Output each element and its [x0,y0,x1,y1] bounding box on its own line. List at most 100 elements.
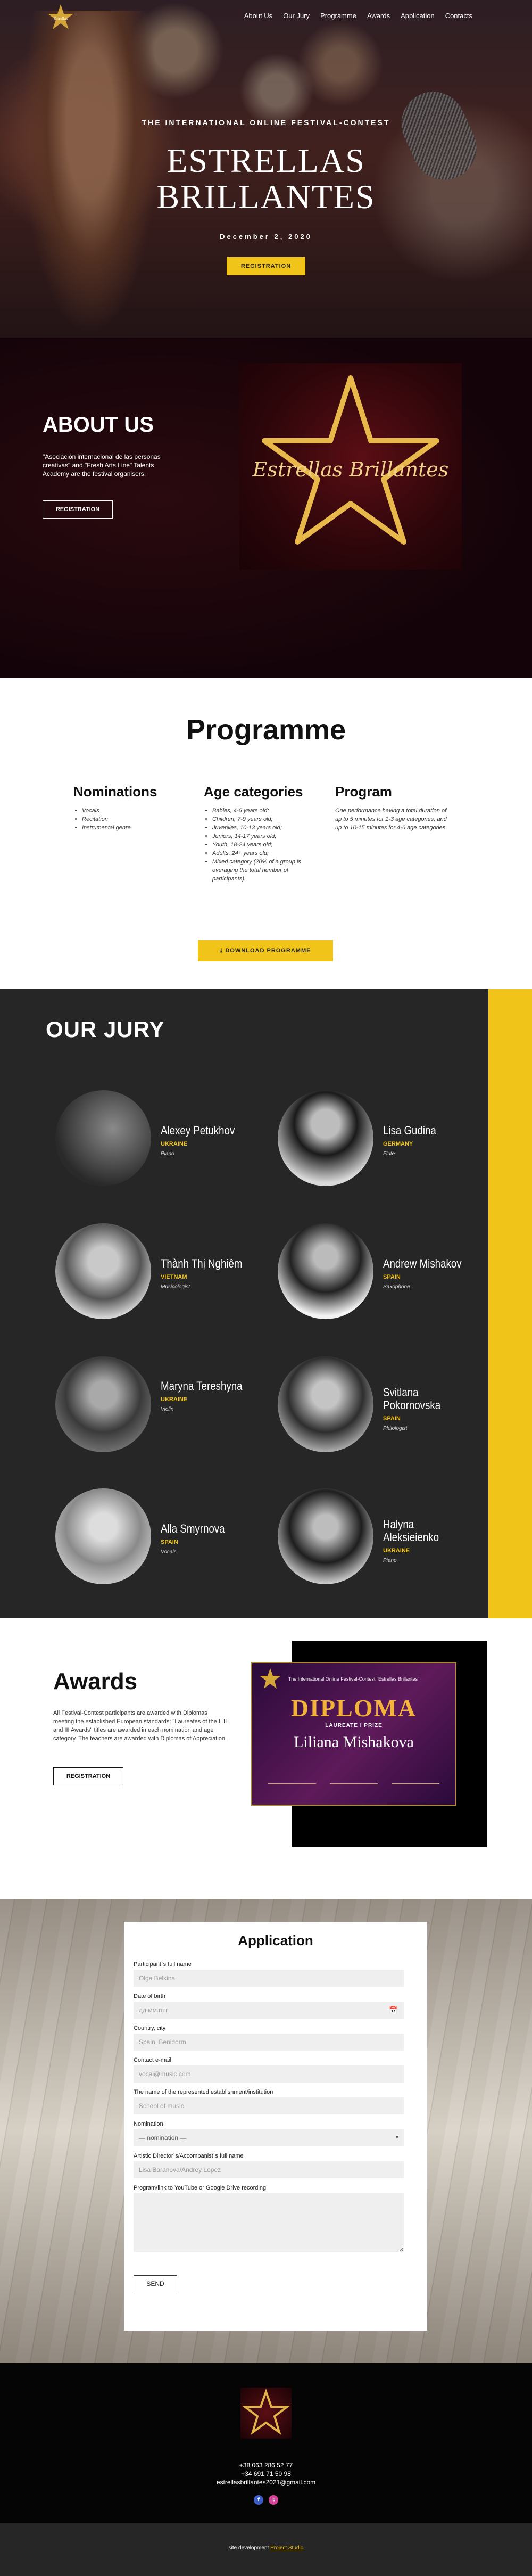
juror-instrument: Piano [161,1151,174,1157]
awards-section: Awards All Festival-Contest participants… [0,1618,532,1899]
nav-programme[interactable]: Programme [320,12,356,20]
list-item: Instrumental genre [82,824,190,832]
diploma-image: The International Online Festival-Contes… [251,1662,456,1806]
juror-country: UKRAINE [383,1548,410,1554]
juror-card: Lisa Gudina GERMANY Flute [278,1090,480,1186]
top-nav: Estrellas About Us Our Jury Programme Aw… [0,0,532,33]
participant-name-input[interactable] [134,1970,404,1987]
diploma-header: The International Online Festival-Contes… [288,1676,420,1682]
juror-country: SPAIN [161,1539,178,1545]
participant-name-label: Participant`s full name [134,1961,192,1968]
juror-name: Maryna Tereshyna [161,1379,243,1393]
list-item: Mixed category (20% of a group is overag… [212,858,321,883]
juror-photo [55,1090,151,1186]
nomination-select-value: — nomination — [139,2134,187,2142]
application-title: Application [238,1932,313,1948]
site-credit-link[interactable]: Project Studio [270,2545,303,2551]
juror-name: Thành Thị Nghiêm [161,1257,243,1270]
svg-text:Estrellas: Estrellas [54,17,68,21]
footer-phone-2[interactable]: +34 691 71 50 98 [0,2470,532,2478]
juror-instrument: Flute [383,1151,395,1157]
list-item: Vocals [82,806,190,815]
program-heading: Program [335,784,392,800]
jury-title: OUR JURY [46,1017,165,1042]
institution-label: The name of the represented establishmen… [134,2089,273,2095]
juror-photo [55,1488,151,1584]
age-categories-heading: Age categories [204,784,303,800]
facebook-icon[interactable]: f [254,2495,263,2505]
juror-name: Andrew Mishakov [383,1257,462,1270]
program-text: One performance having a total duration … [335,808,447,831]
footer-logo[interactable] [240,2388,292,2439]
director-label: Artistic Director`s/Accompanist`s full n… [134,2153,244,2159]
nav-links: About Us Our Jury Programme Awards Appli… [244,12,472,20]
country-city-input[interactable] [134,2034,404,2051]
nav-application[interactable]: Application [401,12,435,20]
awards-registration-button[interactable]: REGISTRATION [53,1767,123,1785]
nav-our-jury[interactable]: Our Jury [283,12,310,20]
download-programme-button[interactable]: ⤓ DOWNLOAD PROGRAMME [198,940,333,961]
application-form: Application Participant`s full name Date… [124,1922,427,2331]
nav-contacts[interactable]: Contacts [445,12,472,20]
logo-star-icon[interactable]: Estrellas [46,2,76,32]
hero-title: ESTRELLAS BRILLANTES [0,143,532,215]
juror-card: Thành Thị Nghiêm VIETNAM Musicologist [55,1223,257,1319]
list-item: Youth, 18-24 years old; [212,841,321,849]
bottom-bar: site development Project Studio [0,2523,532,2576]
calendar-icon[interactable]: 📅 [389,2006,397,2014]
juror-instrument: Philologist [383,1426,408,1431]
nav-about-us[interactable]: About Us [244,12,272,20]
contact-email-input[interactable] [134,2065,404,2083]
diploma-name: Liliana Mishakova [294,1733,414,1751]
about-logo-image: Estrellas Brillantes [239,363,462,570]
date-of-birth-input[interactable] [134,2002,404,2019]
juror-card: Svitlana Pokornovska SPAIN Philologist [278,1356,480,1452]
juror-name: Svitlana Pokornovska [383,1386,441,1412]
hero-registration-button[interactable]: REGISTRATION [227,257,305,275]
about-section: ABOUT US "Asociación internacional de la… [0,338,532,678]
juror-photo [278,1356,373,1452]
hero-section: THE INTERNATIONAL ONLINE FESTIVAL-CONTES… [0,0,532,338]
nav-awards[interactable]: Awards [367,12,390,20]
about-registration-button[interactable]: REGISTRATION [43,500,113,519]
footer-phone-1[interactable]: +38 063 286 52 77 [0,2461,532,2470]
juror-instrument: Piano [383,1558,397,1563]
footer-contacts: +38 063 286 52 77 +34 691 71 50 98 estre… [0,2461,532,2487]
instagram-icon[interactable]: ig [269,2495,278,2505]
director-input[interactable] [134,2161,404,2178]
chevron-down-icon: ▾ [395,2135,398,2141]
list-item: Children, 7-9 years old; [212,815,321,824]
site-credit: site development Project Studio [0,2545,532,2551]
send-button[interactable]: SEND [134,2275,177,2292]
hero-date: December 2, 2020 [220,233,312,241]
age-categories-column: Age categories Babies, 4-6 years old; Ch… [204,784,321,883]
nomination-label: Nomination [134,2121,163,2127]
country-city-label: Country, city [134,2025,166,2031]
juror-instrument: Vocals [161,1549,177,1555]
list-item: Recitation [82,815,190,824]
site-credit-text: site development [228,2545,269,2551]
list-item: Juniors, 14-17 years old; [212,832,321,841]
about-title: ABOUT US [43,413,154,437]
footer-social: f ig [254,2495,278,2505]
juror-country: UKRAINE [161,1141,188,1147]
hero-title-line1: ESTRELLAS [167,142,365,179]
age-categories-list: Babies, 4-6 years old; Children, 7-9 yea… [204,806,321,883]
nomination-select[interactable]: — nomination — ▾ [134,2129,404,2146]
about-text: "Asociación internacional de las persona… [43,453,161,478]
juror-photo [278,1488,373,1584]
juror-country: UKRAINE [161,1396,188,1403]
about-logo-script: Estrellas Brillantes [252,458,449,481]
hero-subtitle: THE INTERNATIONAL ONLINE FESTIVAL-CONTES… [142,118,390,127]
juror-card: Andrew Mishakov SPAIN Saxophone [278,1223,480,1319]
institution-input[interactable] [134,2097,404,2114]
juror-name: Alexey Petukhov [161,1124,235,1137]
hero-title-line2: BRILLANTES [156,178,376,216]
program-link-textarea[interactable] [134,2193,404,2252]
nominations-column: Nominations Vocals Recitation Instrument… [73,784,190,832]
diploma-laureate: LAUREATE I PRIZE [325,1723,383,1729]
jury-accent-stripe [488,989,532,1618]
application-section: Application Participant`s full name Date… [0,1899,532,2363]
footer-email[interactable]: estrellasbrillantes2021@gmail.com [0,2478,532,2487]
nominations-list: Vocals Recitation Instrumental genre [73,806,190,832]
